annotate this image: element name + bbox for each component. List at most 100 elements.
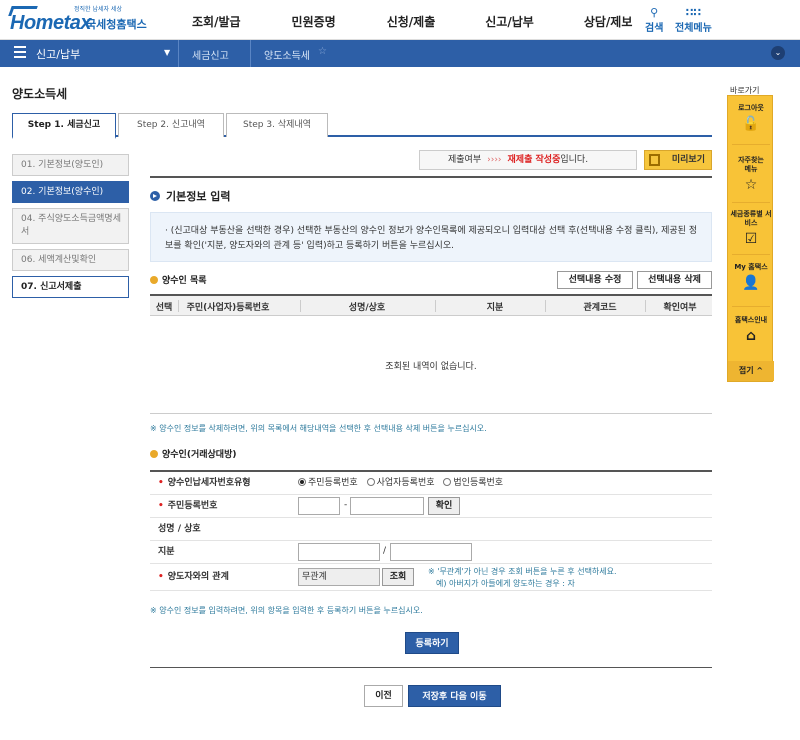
hometax-logo[interactable]: 정직한 납세자 세상 Hometax 국세청홈택스 (8, 4, 148, 36)
logo-sub: 국세청홈택스 (86, 18, 147, 31)
label-share: 지분 (150, 541, 290, 563)
bullet-icon (150, 276, 158, 284)
relation-label: 양도자와의 관계 (167, 572, 229, 582)
preview-button[interactable]: 미리보기 (644, 150, 712, 170)
required-mark: • (158, 572, 164, 582)
user-icon: 👤 (742, 275, 760, 291)
divider (150, 667, 712, 668)
step-tabs: Step 1. 세금신고 Step 2. 신고내역 Step 3. 삭제내역 (12, 113, 712, 139)
label-type: • 양수인납세자번호유형 (150, 472, 290, 494)
save-next-button[interactable]: 저장후 다음 이동 (408, 685, 501, 707)
caret-down-icon[interactable]: ▼ (164, 48, 170, 57)
location-bar: 신고/납부 ▼ 세금신고 양도소득세 ☆ ⌄ (0, 40, 800, 67)
radio-rrn-label[interactable]: 주민등록번호 (308, 478, 358, 488)
row-relation: • 양도자와의 관계 무관계 조회 ※ '무관계'가 아닌 경우 조회 버튼을 누… (150, 564, 712, 591)
radio-rrn[interactable] (298, 478, 306, 486)
tab-step3[interactable]: Step 3. 삭제내역 (226, 113, 328, 137)
col-divider (435, 300, 436, 312)
breadcrumb-transfer-tax[interactable]: 양도소득세 (264, 47, 310, 62)
step-transferee[interactable]: 02. 기본정보(양수인) (12, 181, 129, 203)
share-denominator-input[interactable] (390, 543, 472, 561)
menu-certificate[interactable]: 민원증명 (292, 13, 336, 30)
relation-note-line2: 예) 아버지가 아들에게 양도하는 경우 : 자 (436, 579, 575, 588)
share-numerator-input[interactable] (298, 543, 380, 561)
step-submit[interactable]: 07. 신고서제출 (12, 276, 129, 298)
register-note: ※ 양수인 정보를 입력하려면, 위의 항목을 입력한 후 등록하기 버튼을 누… (150, 606, 423, 615)
quick-my-hometax[interactable]: My 홈택스 👤 (728, 263, 774, 292)
quick-tax-service[interactable]: 세금종류별 서비스 ☑ (728, 210, 774, 248)
quick-logout[interactable]: 로그아웃 🔓 (728, 104, 774, 133)
radio-crn-label[interactable]: 법인등록번호 (453, 478, 503, 488)
preview-label: 미리보기 (671, 155, 705, 165)
menu-consult[interactable]: 상담/제보 (584, 13, 633, 30)
row-type: • 양수인납세자번호유형 주민등록번호 사업자등록번호 법인등록번호 (150, 472, 712, 495)
nav-current-menu[interactable]: 신고/납부 (36, 46, 80, 62)
site-header: 정직한 납세자 세상 Hometax 국세청홈택스 조회/발급 민원증명 신청/… (0, 0, 800, 40)
relation-note-line1: ※ '무관계'가 아닌 경우 조회 버튼을 누른 후 선택하세요. (428, 567, 617, 576)
row-rrn: • 주민등록번호 - 확인 (150, 495, 712, 518)
quick-links-panel: 로그아웃 🔓 자주찾는 메뉴 ☆ 세금종류별 서비스 ☑ My 홈택스 👤 홈택… (727, 95, 774, 382)
type-label: 양수인납세자번호유형 (167, 478, 251, 488)
transferee-form: • 양수인납세자번호유형 주민등록번호 사업자등록번호 법인등록번호 • 주민등록번… (150, 470, 712, 591)
register-button[interactable]: 등록하기 (405, 632, 459, 654)
tab-step2[interactable]: Step 2. 신고내역 (118, 113, 224, 137)
quick-hometax-guide[interactable]: 홈택스인내 ⌂ (728, 316, 774, 345)
col-reg-number: 주민(사업자)등록번호 (186, 303, 270, 313)
quick-favorite-menu[interactable]: 자주찾는 메뉴 ☆ (728, 156, 774, 194)
lookup-button[interactable]: 조회 (382, 568, 414, 586)
arrow-circle-icon (150, 191, 160, 201)
step-transferor[interactable]: 01. 기본정보(양도인) (12, 154, 129, 176)
star-icon: ☆ (744, 177, 758, 193)
fold-button[interactable]: 접기 ^ (728, 361, 774, 381)
edit-selected-button[interactable]: 선택내용 수정 (557, 271, 633, 289)
col-divider (178, 300, 179, 312)
confirm-button[interactable]: 확인 (428, 497, 460, 515)
tab-step1[interactable]: Step 1. 세금신고 (12, 113, 116, 139)
radio-crn[interactable] (443, 478, 452, 486)
prev-button[interactable]: 이전 (364, 685, 403, 707)
col-name: 성명/상호 (348, 303, 386, 313)
menu-report-payment[interactable]: 신고/납부 (485, 13, 534, 30)
menu-application[interactable]: 신청/제출 (387, 13, 436, 30)
chevron-down-icon[interactable]: ⌄ (771, 46, 785, 60)
rrn-back-input[interactable] (350, 497, 424, 515)
logo-word: Hometax (10, 12, 91, 34)
quick-guide-label: 홈택스인내 (734, 316, 768, 324)
menu-inquiry[interactable]: 조회/발급 (192, 13, 241, 30)
step-list: 01. 기본정보(양도인) 02. 기본정보(양수인) 04. 주식양도소득금액… (12, 154, 129, 303)
submit-status: 제출여부 ›››› 재제출 작성중입니다. (419, 150, 637, 170)
document-icon (649, 154, 660, 166)
radio-brn[interactable] (366, 478, 375, 486)
divider (150, 176, 712, 178)
hamburger-icon[interactable] (14, 46, 26, 58)
divider (150, 413, 712, 414)
delete-selected-button[interactable]: 선택내용 삭제 (637, 271, 712, 289)
step-tax-calc[interactable]: 06. 세액계산및확인 (12, 249, 129, 271)
star-icon[interactable]: ☆ (318, 46, 327, 57)
divider (732, 254, 770, 255)
search-icon: ⚲ (650, 6, 659, 19)
divider (732, 306, 770, 307)
search-button[interactable]: ⚲ 검색 (645, 6, 663, 34)
rrn-front-input[interactable] (298, 497, 340, 515)
list-title-text: 양수인 목록 (162, 276, 207, 286)
col-divider (300, 300, 301, 312)
radio-brn-label[interactable]: 사업자등록번호 (377, 478, 435, 488)
type-options: 주민등록번호 사업자등록번호 법인등록번호 (298, 472, 509, 494)
col-select: 선택 (155, 303, 173, 313)
status-suffix: 입니다. (560, 155, 589, 165)
required-mark: • (158, 501, 164, 511)
status-value: 재제출 작성중 (507, 155, 561, 165)
required-mark: • (158, 478, 164, 488)
share-separator: / (383, 546, 387, 556)
breadcrumb-tax-report[interactable]: 세금신고 (192, 47, 229, 62)
relation-input[interactable]: 무관계 (298, 568, 380, 586)
step-stock-statement[interactable]: 04. 주식양도소득금액명세서 (12, 208, 129, 244)
unlock-icon: 🔓 (742, 116, 760, 132)
arrows-icon: ›››› (487, 155, 502, 165)
col-divider (545, 300, 546, 312)
all-menu-button[interactable]: ∷∷ 전체메뉴 (675, 6, 712, 34)
row-name: 성명 / 상호 (150, 518, 712, 541)
col-confirm: 확인여부 (663, 303, 697, 313)
quick-my-hometax-label: My 홈택스 (734, 263, 768, 271)
